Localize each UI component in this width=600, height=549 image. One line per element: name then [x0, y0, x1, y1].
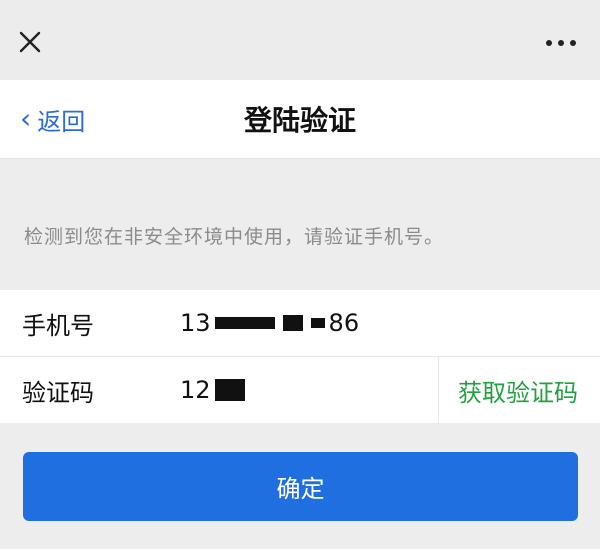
more-icon[interactable] [544, 38, 578, 48]
phone-value-prefix: 13 [180, 309, 211, 337]
code-label: 验证码 [22, 378, 94, 407]
redaction-mask [214, 317, 275, 329]
window-topbar [0, 0, 600, 80]
redaction-mask [310, 318, 325, 328]
code-field[interactable]: 12 [180, 357, 249, 423]
security-notice: 检测到您在非安全环境中使用，请验证手机号。 [24, 226, 445, 248]
get-code-button[interactable]: 获取验证码 [458, 357, 578, 423]
code-value-prefix: 12 [180, 376, 211, 404]
close-icon[interactable] [18, 30, 42, 54]
redaction-mask [282, 315, 303, 331]
redaction-mask [214, 379, 245, 401]
phone-value-suffix: 86 [328, 309, 360, 337]
field-divider [438, 357, 439, 423]
page-title: 登陆验证 [243, 104, 356, 137]
phone-field[interactable]: 13 86 [180, 290, 359, 356]
page-header: ‹ 返回 登陆验证 [0, 80, 600, 159]
confirm-button[interactable]: 确定 [23, 452, 578, 521]
verification-form: 手机号 13 86 验证码 12 获取验证码 [0, 290, 600, 423]
phone-row: 手机号 13 86 [0, 290, 600, 356]
phone-label: 手机号 [22, 311, 94, 340]
